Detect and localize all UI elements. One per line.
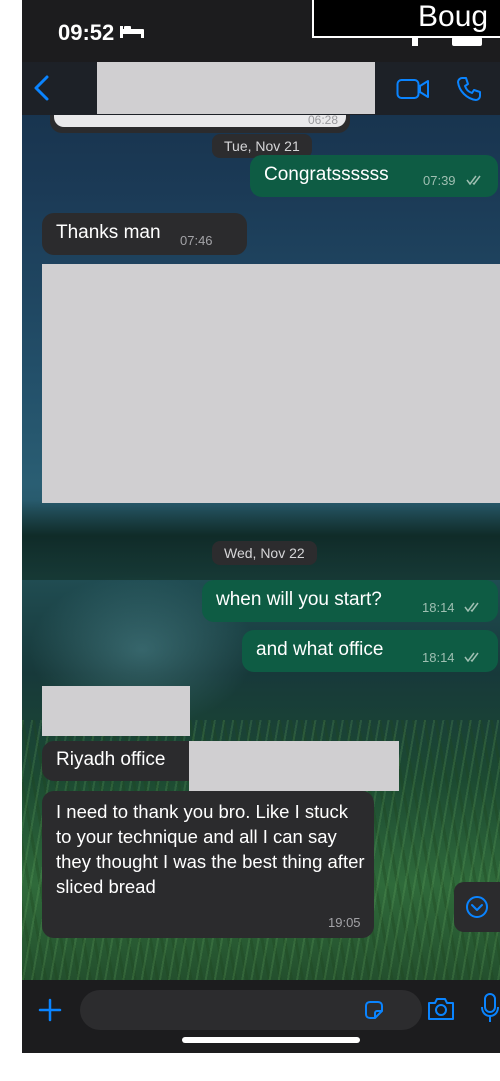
- plus-icon[interactable]: [38, 998, 62, 1022]
- incoming-message[interactable]: Riyadh office: [42, 741, 212, 781]
- back-icon[interactable]: [32, 74, 50, 102]
- scroll-to-bottom-button[interactable]: [454, 882, 500, 932]
- page-background: [0, 1053, 500, 1081]
- date-separator: Wed, Nov 22: [212, 541, 317, 565]
- phone-call-icon[interactable]: [456, 76, 482, 102]
- redacted-sender: [42, 686, 190, 736]
- message-text: I need to thank you bro. Like I stuck to…: [56, 801, 365, 897]
- wallpaper-treeline: [22, 500, 500, 580]
- sticker-icon[interactable]: [362, 998, 386, 1022]
- message-text: Riyadh office: [56, 749, 166, 770]
- redacted-messages: [42, 264, 500, 503]
- video-call-icon[interactable]: [396, 78, 430, 100]
- home-indicator[interactable]: [182, 1037, 360, 1043]
- message-text: Thanks man: [56, 222, 161, 243]
- caption-overlay: Boug: [312, 0, 500, 38]
- incoming-message[interactable]: Thanks man 07:46: [42, 213, 247, 255]
- read-receipt-icon: [466, 175, 481, 185]
- partial-image-message[interactable]: 06:28: [50, 113, 350, 133]
- message-text: and what office: [256, 639, 384, 660]
- message-time: 06:28: [307, 113, 338, 127]
- partial-image: 06:28: [54, 113, 346, 127]
- read-receipt-icon: [464, 602, 479, 612]
- scroll-down-icon: [466, 896, 488, 918]
- phone-screen: 09:52 Boug 06:28 Tue, Nov 21 Congratssss…: [22, 0, 500, 1081]
- message-time: 18:14: [422, 650, 455, 665]
- message-text: when will you start?: [216, 589, 382, 610]
- bed-icon: [120, 26, 144, 38]
- message-time: 07:39: [423, 173, 456, 188]
- redacted-message-text: [189, 741, 399, 791]
- outgoing-message[interactable]: Congratssssss 07:39: [250, 155, 498, 197]
- microphone-icon[interactable]: [480, 992, 500, 1024]
- chat-header: [22, 62, 500, 115]
- contact-name-redacted[interactable]: [97, 62, 375, 114]
- message-text: Congratssssss: [264, 164, 389, 185]
- incoming-message[interactable]: I need to thank you bro. Like I stuck to…: [42, 791, 374, 938]
- read-receipt-icon: [464, 652, 479, 662]
- message-time: 18:14: [422, 600, 455, 615]
- outgoing-message[interactable]: when will you start? 18:14: [202, 580, 498, 622]
- message-time: 07:46: [180, 233, 213, 248]
- camera-icon[interactable]: [426, 996, 456, 1022]
- outgoing-message[interactable]: and what office 18:14: [242, 630, 498, 672]
- message-time: 19:05: [328, 915, 361, 930]
- status-time: 09:52: [58, 20, 115, 45]
- caption-text: Boug: [418, 0, 489, 33]
